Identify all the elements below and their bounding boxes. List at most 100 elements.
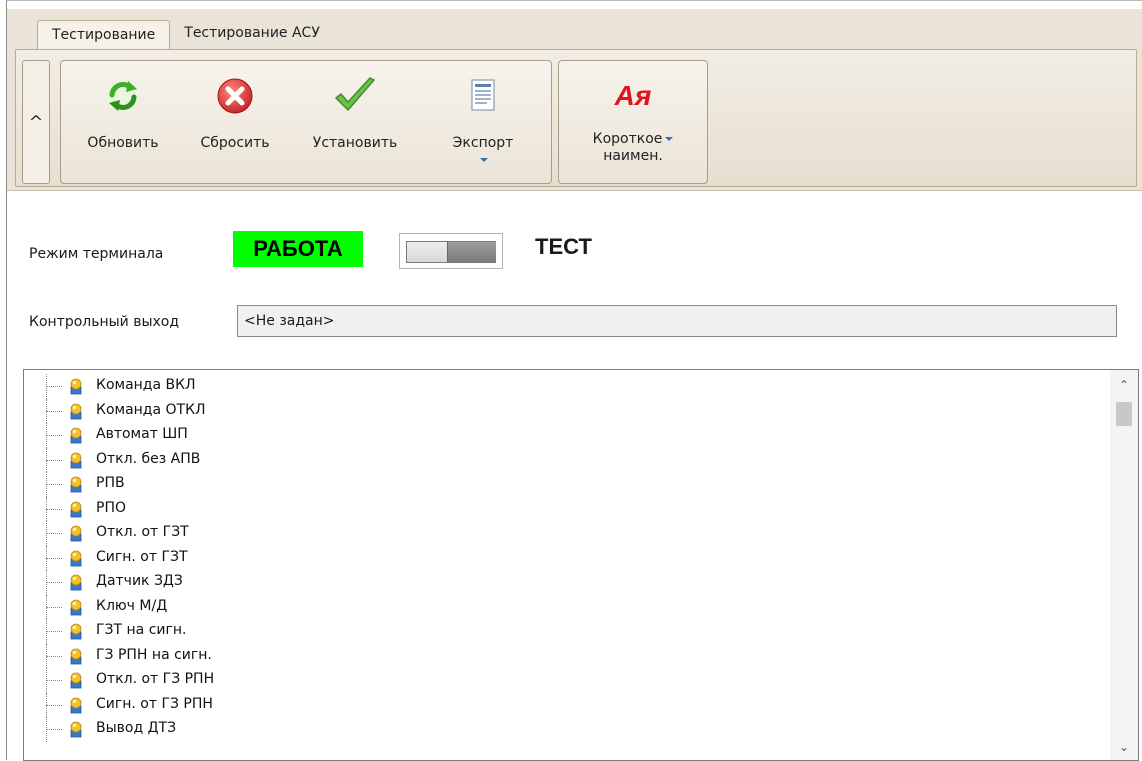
document-icon: [468, 61, 498, 131]
tree-item[interactable]: ГЗ РПН на сигн.: [24, 643, 1109, 668]
control-output-field[interactable]: <Не задан>: [237, 305, 1117, 337]
reset-label: Сбросить: [200, 135, 270, 151]
checkmark-icon: [332, 61, 378, 131]
tree-connector: [46, 594, 64, 619]
tree-item[interactable]: Датчик ЗДЗ: [24, 570, 1109, 595]
signal-node-icon: [68, 501, 84, 518]
ribbon-group-naming: Ая Короткое наимен.: [558, 60, 708, 184]
signal-node-icon: [68, 452, 84, 469]
tree-connector: [46, 717, 64, 742]
signal-node-icon: [68, 721, 84, 738]
tree-connector: [46, 570, 64, 595]
tree-item[interactable]: Ключ М/Д: [24, 594, 1109, 619]
tree-item[interactable]: Вывод ДТЗ: [24, 717, 1109, 742]
tree-connector: [46, 398, 64, 423]
tree-item-label: Сигн. от ГЗ РПН: [96, 695, 213, 712]
tree-item[interactable]: Команда ВКЛ: [24, 374, 1109, 399]
short-name-icon-glyph: Ая: [614, 80, 652, 111]
tree-item-label: Датчик ЗДЗ: [96, 573, 183, 589]
tree-connector: [46, 423, 64, 448]
tree-connector-horizontal: [46, 435, 62, 437]
tree-connector: [46, 447, 64, 472]
tab-testing[interactable]: Тестирование: [37, 20, 171, 50]
refresh-icon: [104, 61, 142, 131]
signal-node-icon: [68, 476, 84, 493]
signal-tree-list: Команда ВКЛ Команда ОТКЛ Автомат ШП Откл. б…: [24, 374, 1109, 742]
tree-item-label: Ключ М/Д: [96, 597, 168, 614]
tree-connector: [46, 496, 64, 521]
tree-item[interactable]: РПВ: [24, 472, 1109, 497]
tree-connector-horizontal: [46, 729, 62, 731]
scroll-up-icon[interactable]: ⌃: [1110, 374, 1138, 396]
tree-connector-horizontal: [46, 508, 62, 510]
signal-node-icon: [68, 574, 84, 591]
signal-node-icon: [68, 648, 84, 665]
ribbon-tabs: Тестирование Тестирование АСУ: [37, 19, 334, 50]
signal-node-icon: [68, 427, 84, 444]
tree-item-label: Команда ВКЛ: [96, 377, 196, 393]
export-button[interactable]: Экспорт: [431, 61, 535, 185]
signal-node-icon: [68, 550, 84, 567]
tab-testing-asu[interactable]: Тестирование АСУ: [170, 19, 334, 49]
reset-button[interactable]: Сбросить: [185, 61, 285, 185]
tree-item-label: РПВ: [96, 475, 125, 491]
tree-item[interactable]: Откл. от ГЗТ: [24, 521, 1109, 546]
tree-connector-horizontal: [46, 606, 62, 608]
tree-item[interactable]: РПО: [24, 496, 1109, 521]
signal-node-icon: [68, 623, 84, 640]
signal-tree[interactable]: Команда ВКЛ Команда ОТКЛ Автомат ШП Откл. б…: [23, 369, 1139, 761]
tree-item-label: Откл. от ГЗ РПН: [96, 671, 215, 687]
signal-node-icon: [68, 599, 84, 616]
tree-connector-horizontal: [46, 582, 62, 584]
tree-connector: [46, 545, 64, 570]
tree-item[interactable]: ГЗТ на сигн.: [24, 619, 1109, 644]
mode-test-label: ТЕСТ: [535, 234, 592, 259]
toggle-knob: [447, 242, 496, 262]
tree-connector: [46, 668, 64, 693]
mode-work-indicator: РАБОТА: [233, 231, 363, 267]
short-name-icon: Ая: [615, 61, 652, 131]
tree-item[interactable]: Сигн. от ГЗТ: [24, 545, 1109, 570]
tree-item[interactable]: Откл. от ГЗ РПН: [24, 668, 1109, 693]
refresh-button[interactable]: Обновить: [73, 61, 173, 185]
apply-button[interactable]: Установить: [297, 61, 413, 185]
mode-toggle-switch[interactable]: [399, 233, 503, 269]
ribbon-panel: ^ Обновить Сбросить Установить Экспорт А…: [15, 49, 1137, 187]
tree-connector-horizontal: [46, 631, 62, 633]
toggle-track: [406, 241, 496, 263]
tree-connector: [46, 643, 64, 668]
tree-connector-horizontal: [46, 484, 62, 486]
tree-connector-horizontal: [46, 680, 62, 682]
scrollbar-thumb[interactable]: [1116, 402, 1132, 426]
tree-connector-horizontal: [46, 655, 62, 657]
tree-connector: [46, 472, 64, 497]
tree-connector: [46, 619, 64, 644]
tree-item-label: ГЗ РПН на сигн.: [96, 646, 212, 663]
signal-node-icon: [68, 525, 84, 542]
tree-item-label: Вывод ДТЗ: [96, 720, 177, 736]
vertical-scrollbar[interactable]: ⌃ ⌄: [1110, 370, 1138, 760]
short-name-button[interactable]: Ая Короткое наимен.: [559, 61, 707, 185]
tree-item[interactable]: Откл. без АПВ: [24, 447, 1109, 472]
reset-icon: [216, 61, 254, 131]
tree-connector: [46, 692, 64, 717]
signal-node-icon: [68, 403, 84, 420]
tree-item-label: РПО: [96, 499, 126, 516]
scroll-down-icon[interactable]: ⌄: [1110, 736, 1138, 758]
tree-item-label: Автомат ШП: [96, 426, 188, 442]
tree-item[interactable]: Сигн. от ГЗ РПН: [24, 692, 1109, 717]
tree-item-label: Сигн. от ГЗТ: [96, 548, 188, 565]
ribbon: Тестирование Тестирование АСУ ^ Обновить…: [7, 9, 1142, 191]
testing-window: Тестирование Тестирование АСУ ^ Обновить…: [6, 0, 1142, 761]
tree-item-label: Откл. без АПВ: [96, 450, 201, 467]
ribbon-group-actions: Обновить Сбросить Установить Экспорт: [60, 60, 552, 184]
refresh-label: Обновить: [87, 135, 159, 151]
tree-item[interactable]: Команда ОТКЛ: [24, 398, 1109, 423]
tree-connector-horizontal: [46, 704, 62, 706]
apply-label: Установить: [312, 135, 398, 151]
short-name-label: Короткое наимен.: [593, 131, 674, 165]
tree-connector-horizontal: [46, 557, 62, 559]
tree-connector-horizontal: [46, 533, 62, 535]
tree-item[interactable]: Автомат ШП: [24, 423, 1109, 448]
ribbon-collapse-button[interactable]: ^: [22, 60, 50, 184]
